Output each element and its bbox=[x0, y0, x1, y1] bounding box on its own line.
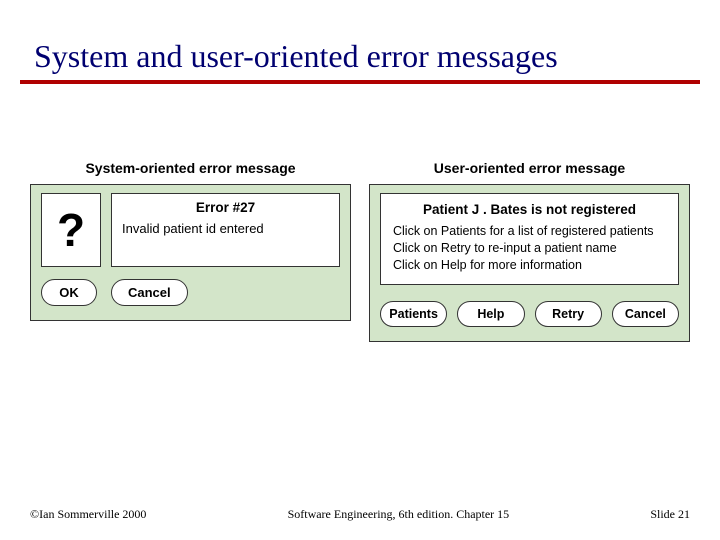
system-dialog-box: ? Error #27 Invalid patient id entered O… bbox=[30, 184, 351, 321]
system-button-row: OK Cancel bbox=[41, 279, 340, 306]
footer-right: Slide 21 bbox=[650, 507, 690, 522]
footer-left: ©Ian Sommerville 2000 bbox=[30, 507, 146, 522]
help-button[interactable]: Help bbox=[457, 301, 524, 327]
system-panel-title: System-oriented error message bbox=[30, 160, 351, 176]
user-error-lines: Click on Patients for a list of register… bbox=[393, 223, 666, 274]
slide-title: System and user-oriented error messages bbox=[34, 38, 686, 79]
cancel-button-2[interactable]: Cancel bbox=[612, 301, 679, 327]
retry-button[interactable]: Retry bbox=[535, 301, 602, 327]
system-error-body: Invalid patient id entered bbox=[122, 221, 329, 236]
title-underline bbox=[20, 80, 700, 84]
system-error-title: Error #27 bbox=[122, 200, 329, 215]
user-dialog-box: Patient J . Bates is not registered Clic… bbox=[369, 184, 690, 342]
user-panel-title: User-oriented error message bbox=[369, 160, 690, 176]
footer-center: Software Engineering, 6th edition. Chapt… bbox=[288, 507, 510, 522]
user-dialog-body: Patient J . Bates is not registered Clic… bbox=[380, 193, 679, 285]
patients-button[interactable]: Patients bbox=[380, 301, 447, 327]
user-button-row: Patients Help Retry Cancel bbox=[380, 301, 679, 327]
user-line-2: Click on Retry to re-input a patient nam… bbox=[393, 240, 666, 257]
user-panel: User-oriented error message Patient J . … bbox=[369, 160, 690, 342]
system-error-text-block: Error #27 Invalid patient id entered bbox=[111, 193, 340, 267]
slide: System and user-oriented error messages … bbox=[0, 0, 720, 540]
system-panel: System-oriented error message ? Error #2… bbox=[30, 160, 351, 342]
user-error-title: Patient J . Bates is not registered bbox=[393, 202, 666, 217]
content-area: System-oriented error message ? Error #2… bbox=[30, 160, 690, 342]
user-line-3: Click on Help for more information bbox=[393, 257, 666, 274]
system-dialog-body: ? Error #27 Invalid patient id entered bbox=[41, 193, 340, 267]
question-mark-icon: ? bbox=[41, 193, 101, 267]
slide-footer: ©Ian Sommerville 2000 Software Engineeri… bbox=[30, 507, 690, 522]
ok-button[interactable]: OK bbox=[41, 279, 97, 306]
user-line-1: Click on Patients for a list of register… bbox=[393, 223, 666, 240]
cancel-button[interactable]: Cancel bbox=[111, 279, 188, 306]
